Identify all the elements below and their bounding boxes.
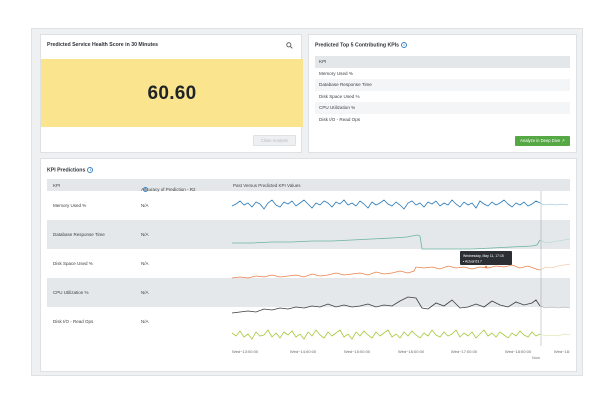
row-kpi-name: Disk Space Used % bbox=[53, 261, 93, 266]
sparkline-database-prediction bbox=[539, 238, 571, 244]
tooltip-anchor-point bbox=[484, 265, 488, 269]
row-accuracy: N/A bbox=[141, 203, 149, 208]
x-tick-label: Wed~14:00:00 bbox=[290, 349, 317, 354]
kpi-list-item[interactable]: Disk I/O - Read Ops bbox=[315, 114, 570, 126]
sparkline-cpu-prediction bbox=[539, 305, 571, 309]
sparkline-database bbox=[232, 234, 541, 250]
sparkline-cpu bbox=[231, 296, 541, 314]
sparkline-disk-space bbox=[231, 264, 541, 279]
x-tick-label: Wed~15:00:00 bbox=[344, 349, 371, 354]
row-kpi-name: Disk I/O - Read Ops bbox=[53, 319, 94, 324]
x-axis: Wed~13:00:00 Wed~14:00:00 Wed~15:00:00 W… bbox=[232, 349, 570, 354]
tooltip-value: • Actual 63.7 bbox=[463, 260, 482, 264]
row-accuracy: N/A bbox=[141, 261, 149, 266]
sparkline-memory-prediction bbox=[539, 202, 569, 206]
kpi-list-item[interactable]: CPU Utilization % bbox=[315, 102, 570, 114]
predictions-title: KPI Predictions i bbox=[47, 167, 94, 174]
predictions-table-header: KPI Accuracy of Prediction - R2 i Past Ve… bbox=[47, 179, 570, 192]
kpi-list-header: KPI bbox=[315, 56, 570, 68]
row-kpi-name: CPU Utilization % bbox=[53, 290, 89, 295]
row-accuracy: N/A bbox=[141, 290, 149, 295]
top-kpis-title: Predicted Top 5 Contributing KPIs i bbox=[315, 42, 408, 49]
x-tick-label: Wed~16:00:00 bbox=[398, 349, 425, 354]
column-header-kpi: KPI bbox=[53, 183, 61, 188]
kpi-predictions-panel: KPI Predictions i KPI Accuracy of Predict… bbox=[40, 158, 577, 372]
app-frame: Predicted Service Health Score in 30 Min… bbox=[31, 28, 583, 376]
search-icon[interactable] bbox=[286, 42, 293, 49]
x-tick-label: Wed~18:00:00 bbox=[505, 349, 532, 354]
predictions-title-text: KPI Predictions bbox=[47, 167, 86, 174]
kpi-list-item[interactable]: Memory Used % bbox=[315, 68, 570, 80]
sparkline-disk-io-prediction bbox=[539, 333, 571, 337]
close-analysis-button[interactable]: Close Analysis bbox=[253, 135, 296, 146]
tooltip-date: Wednesday, May 11, 17:15 bbox=[463, 254, 504, 258]
x-tick-label: Wed~13:00:00 bbox=[232, 349, 259, 354]
top-kpis-title-text: Predicted Top 5 Contributing KPIs bbox=[315, 42, 400, 49]
now-label: Now bbox=[532, 355, 541, 360]
row-accuracy: N/A bbox=[141, 232, 149, 237]
analyze-deep-dive-button[interactable]: Analyze in Deep Dive ↗ bbox=[515, 136, 570, 146]
health-panel-title: Predicted Service Health Score in 30 Min… bbox=[47, 42, 158, 48]
row-kpi-name: Memory Used % bbox=[53, 203, 87, 208]
health-score-value: 60.60 bbox=[147, 83, 197, 104]
x-tick-label: Wed~17:00:00 bbox=[451, 349, 478, 354]
row-kpi-name: Database Response Time bbox=[53, 232, 105, 237]
health-score-panel: Predicted Service Health Score in 30 Min… bbox=[40, 34, 303, 153]
kpi-list-item[interactable]: Disk Space Used % bbox=[315, 91, 570, 103]
health-score-box: 60.60 bbox=[41, 59, 303, 127]
sparkline-memory bbox=[231, 199, 541, 210]
kpi-sparkline-chart[interactable]: Wednesday, May 11, 17:15 • Actual 63.7 W… bbox=[231, 191, 572, 354]
kpi-list-item[interactable]: Database Response Time bbox=[315, 79, 570, 91]
top-kpis-list: KPI Memory Used % Database Response Time… bbox=[315, 56, 570, 125]
column-header-chart: Past Versus Predicted KPI Values bbox=[233, 183, 301, 188]
chart-tooltip: Wednesday, May 11, 17:15 • Actual 63.7 bbox=[460, 251, 512, 265]
info-icon[interactable]: i bbox=[401, 42, 408, 48]
row-accuracy: N/A bbox=[141, 319, 149, 324]
info-icon[interactable]: i bbox=[87, 167, 94, 173]
x-tick-label: Wed~18: bbox=[554, 349, 570, 354]
sparkline-disk-io bbox=[231, 329, 541, 340]
predictions-table: KPI Accuracy of Prediction - R2 i Past Ve… bbox=[47, 179, 570, 354]
sparkline-disk-space-prediction bbox=[539, 263, 571, 271]
top-kpis-panel: Predicted Top 5 Contributing KPIs i KPI M… bbox=[308, 34, 577, 153]
